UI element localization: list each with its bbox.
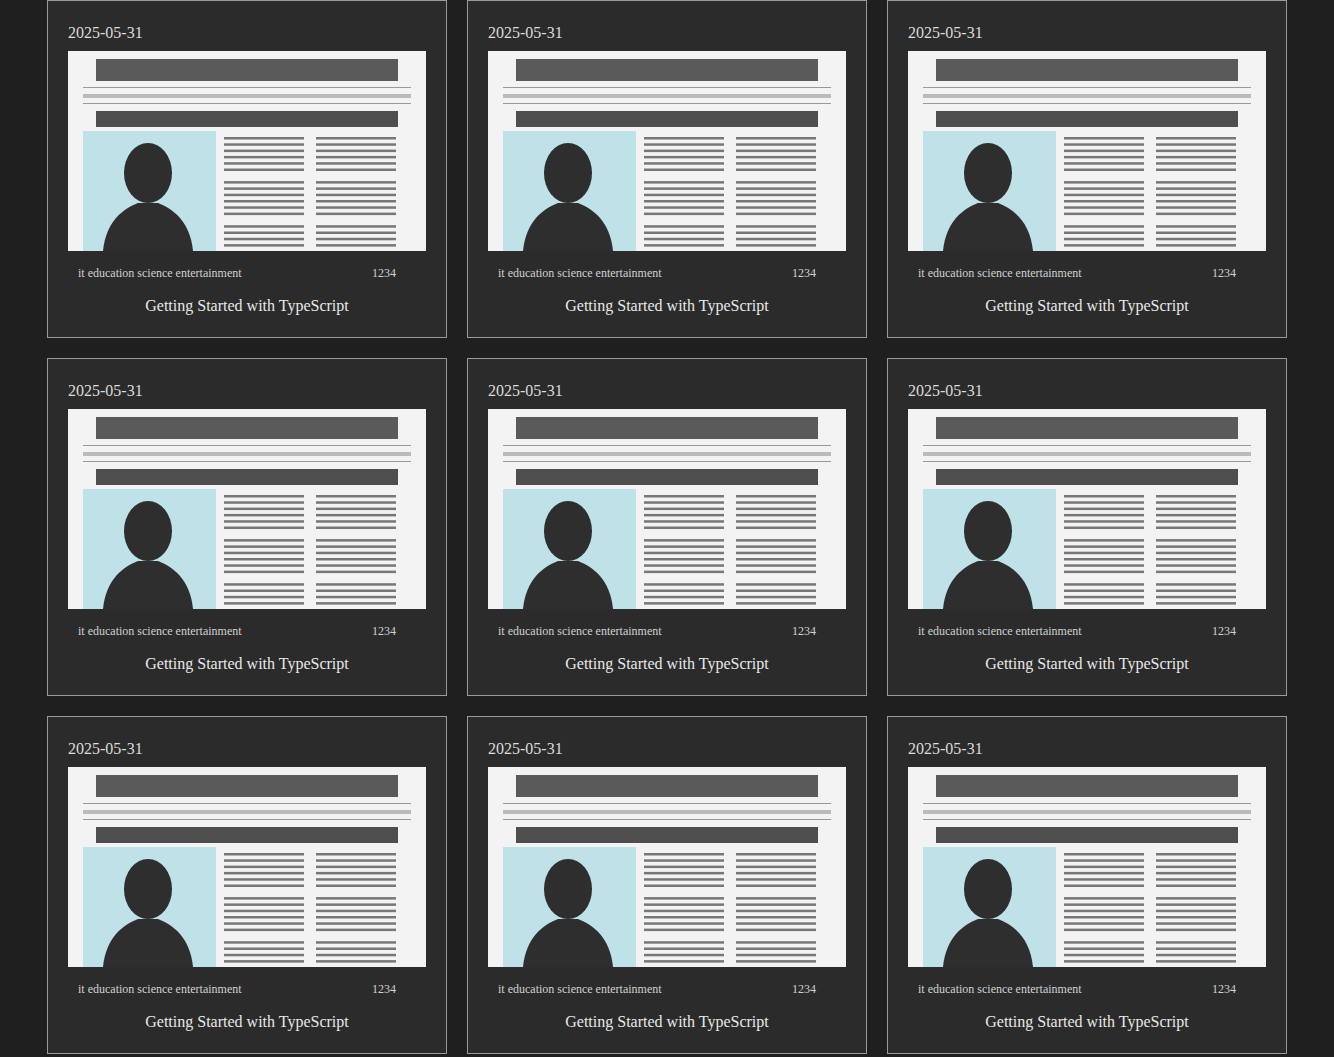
- cover-image: [488, 409, 846, 609]
- article-card[interactable]: 2025-05-31 it education science entertain…: [467, 0, 867, 338]
- view-count: 1234: [372, 979, 396, 999]
- view-count: 1234: [372, 263, 396, 283]
- article-grid: 2025-05-31 it education science entertain…: [47, 0, 1287, 1054]
- article-tags[interactable]: it education science entertainment: [78, 621, 242, 641]
- article-title[interactable]: Getting Started with TypeScript: [908, 294, 1266, 318]
- article-date: 2025-05-31: [68, 737, 426, 761]
- article-title[interactable]: Getting Started with TypeScript: [68, 652, 426, 676]
- article-title[interactable]: Getting Started with TypeScript: [68, 1010, 426, 1034]
- article-meta: it education science entertainment 1234: [908, 621, 1266, 641]
- article-date: 2025-05-31: [68, 21, 426, 45]
- view-count: 1234: [1212, 263, 1236, 283]
- article-card[interactable]: 2025-05-31 it education science entertain…: [47, 716, 447, 1054]
- view-count: 1234: [1212, 621, 1236, 641]
- article-title[interactable]: Getting Started with TypeScript: [908, 652, 1266, 676]
- article-title[interactable]: Getting Started with TypeScript: [488, 1010, 846, 1034]
- article-meta: it education science entertainment 1234: [68, 979, 426, 999]
- view-count: 1234: [792, 979, 816, 999]
- article-date: 2025-05-31: [908, 21, 1266, 45]
- article-tags[interactable]: it education science entertainment: [918, 621, 1082, 641]
- article-tags[interactable]: it education science entertainment: [918, 979, 1082, 999]
- article-tags[interactable]: it education science entertainment: [498, 263, 662, 283]
- article-card[interactable]: 2025-05-31 it education science entertain…: [887, 358, 1287, 696]
- cover-image: [908, 767, 1266, 967]
- view-count: 1234: [792, 621, 816, 641]
- article-card[interactable]: 2025-05-31 it education science entertain…: [467, 358, 867, 696]
- article-meta: it education science entertainment 1234: [908, 263, 1266, 283]
- article-card[interactable]: 2025-05-31 it education science entertain…: [47, 358, 447, 696]
- view-count: 1234: [372, 621, 396, 641]
- article-date: 2025-05-31: [488, 21, 846, 45]
- article-date: 2025-05-31: [488, 379, 846, 403]
- article-date: 2025-05-31: [68, 379, 426, 403]
- article-meta: it education science entertainment 1234: [908, 979, 1266, 999]
- cover-image: [488, 51, 846, 251]
- article-tags[interactable]: it education science entertainment: [498, 979, 662, 999]
- article-meta: it education science entertainment 1234: [68, 263, 426, 283]
- cover-image: [68, 51, 426, 251]
- article-card[interactable]: 2025-05-31 it education science entertain…: [467, 716, 867, 1054]
- cover-image: [908, 409, 1266, 609]
- cover-image: [908, 51, 1266, 251]
- article-title[interactable]: Getting Started with TypeScript: [908, 1010, 1266, 1034]
- article-meta: it education science entertainment 1234: [488, 621, 846, 641]
- article-tags[interactable]: it education science entertainment: [78, 979, 242, 999]
- article-meta: it education science entertainment 1234: [488, 979, 846, 999]
- cover-image: [488, 767, 846, 967]
- article-title[interactable]: Getting Started with TypeScript: [488, 294, 846, 318]
- article-date: 2025-05-31: [908, 379, 1266, 403]
- article-meta: it education science entertainment 1234: [68, 621, 426, 641]
- cover-image: [68, 409, 426, 609]
- article-card[interactable]: 2025-05-31 it education science entertain…: [47, 0, 447, 338]
- article-tags[interactable]: it education science entertainment: [498, 621, 662, 641]
- article-date: 2025-05-31: [908, 737, 1266, 761]
- article-meta: it education science entertainment 1234: [488, 263, 846, 283]
- article-card[interactable]: 2025-05-31 it education science entertain…: [887, 716, 1287, 1054]
- article-title[interactable]: Getting Started with TypeScript: [68, 294, 426, 318]
- article-title[interactable]: Getting Started with TypeScript: [488, 652, 846, 676]
- view-count: 1234: [1212, 979, 1236, 999]
- article-tags[interactable]: it education science entertainment: [78, 263, 242, 283]
- article-tags[interactable]: it education science entertainment: [918, 263, 1082, 283]
- view-count: 1234: [792, 263, 816, 283]
- cover-image: [68, 767, 426, 967]
- article-card[interactable]: 2025-05-31 it education science entertain…: [887, 0, 1287, 338]
- article-date: 2025-05-31: [488, 737, 846, 761]
